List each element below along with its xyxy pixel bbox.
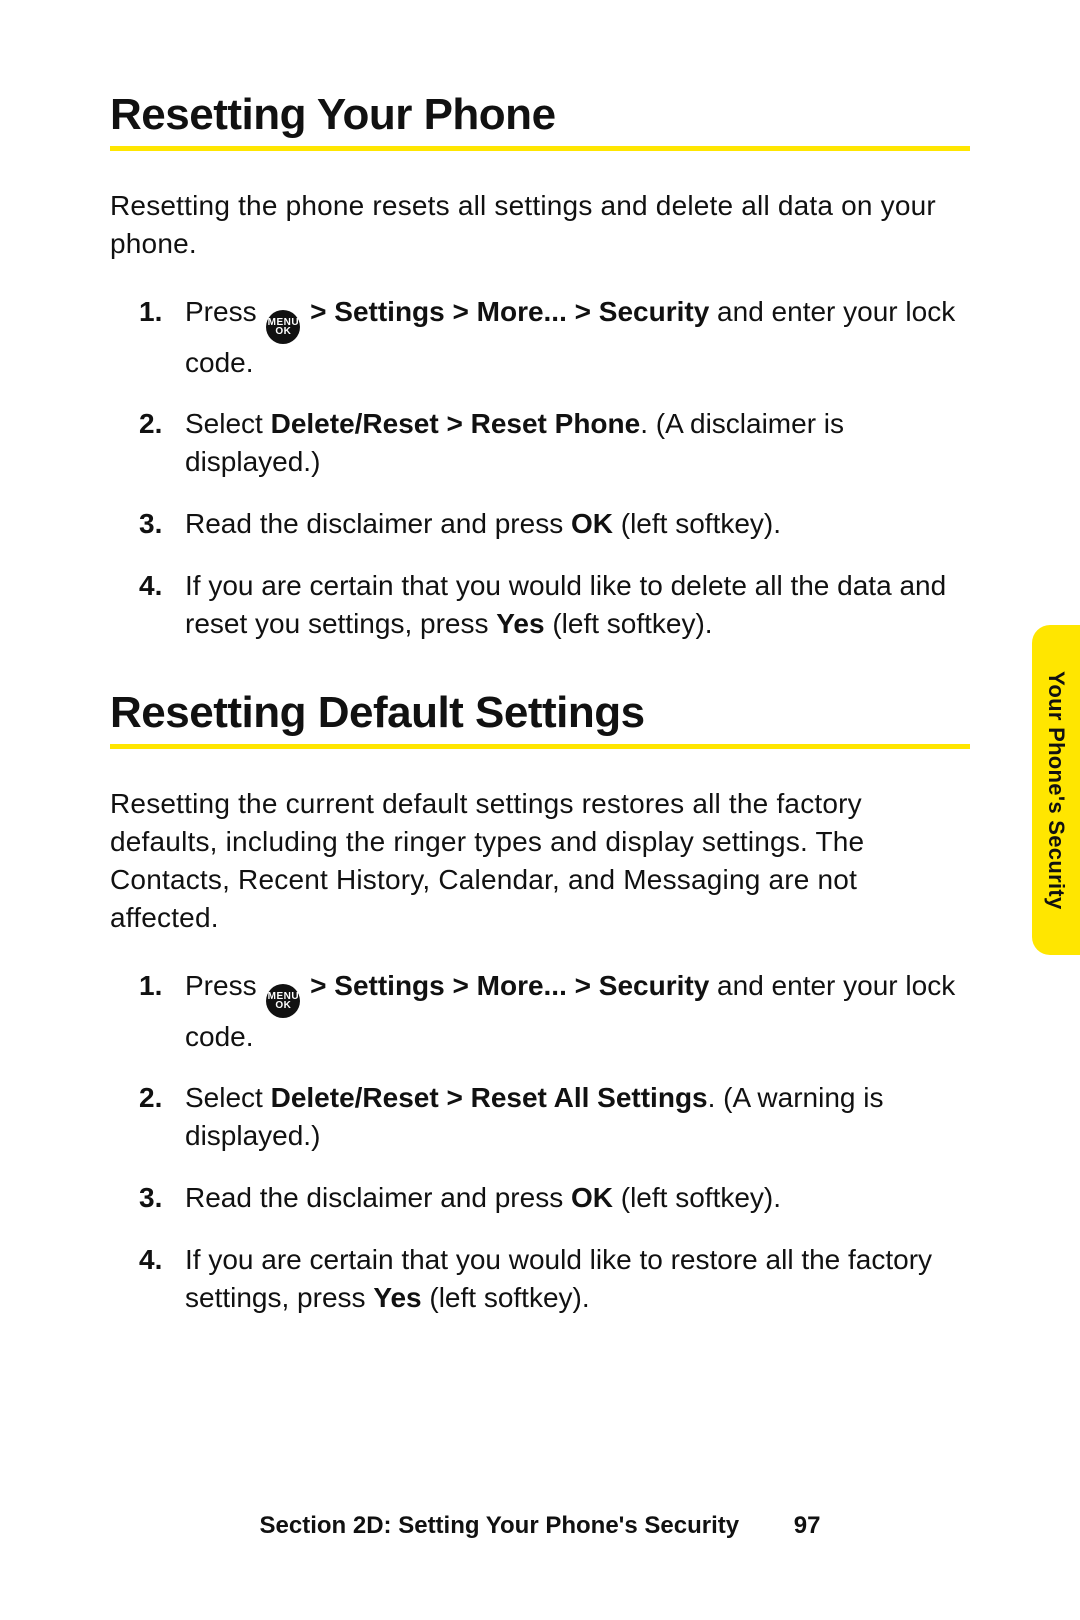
step-text: Press [185, 970, 264, 1001]
step-text: Press [185, 296, 264, 327]
steps-reset-phone: Press MENUOK > Settings > More... > Secu… [110, 293, 970, 643]
step-text: (left softkey). [422, 1282, 590, 1313]
step-bold: OK [571, 1182, 613, 1213]
step-text: (left softkey). [613, 1182, 781, 1213]
step-text: Select [185, 408, 271, 439]
step-item: Press MENUOK > Settings > More... > Secu… [185, 967, 970, 1056]
step-text: (left softkey). [545, 608, 713, 639]
step-text: Read the disclaimer and press [185, 1182, 571, 1213]
step-item: If you are certain that you would like t… [185, 567, 970, 643]
menu-ok-icon: MENUOK [266, 984, 300, 1018]
step-text: (left softkey). [613, 508, 781, 539]
section-tab-label: Your Phone's Security [1043, 671, 1069, 910]
step-item: Select Delete/Reset > Reset All Settings… [185, 1079, 970, 1155]
intro-reset-defaults: Resetting the current default settings r… [110, 785, 970, 936]
footer-section: Section 2D: Setting Your Phone's Securit… [260, 1512, 740, 1539]
step-bold: Delete/Reset > Reset All Settings [271, 1082, 708, 1113]
intro-reset-phone: Resetting the phone resets all settings … [110, 187, 970, 263]
step-item: Press MENUOK > Settings > More... > Secu… [185, 293, 970, 382]
step-item: If you are certain that you would like t… [185, 1241, 970, 1317]
manual-page: Resetting Your Phone Resetting the phone… [0, 0, 1080, 1620]
step-bold: > Settings > More... > Security [302, 296, 709, 327]
page-number: 97 [794, 1512, 821, 1539]
step-bold: Yes [373, 1282, 421, 1313]
footer: Section 2D: Setting Your Phone's Securit… [0, 1512, 1080, 1540]
step-item: Read the disclaimer and press OK (left s… [185, 505, 970, 543]
step-bold: Delete/Reset > Reset Phone [271, 408, 641, 439]
step-bold: Yes [496, 608, 544, 639]
step-item: Select Delete/Reset > Reset Phone. (A di… [185, 405, 970, 481]
section-tab: Your Phone's Security [1032, 625, 1080, 955]
menu-ok-icon: MENUOK [266, 310, 300, 344]
step-text: Read the disclaimer and press [185, 508, 571, 539]
step-bold: OK [571, 508, 613, 539]
heading-reset-phone: Resetting Your Phone [110, 90, 970, 151]
step-bold: > Settings > More... > Security [302, 970, 709, 1001]
step-text: Select [185, 1082, 271, 1113]
heading-reset-defaults: Resetting Default Settings [110, 688, 970, 749]
step-item: Read the disclaimer and press OK (left s… [185, 1179, 970, 1217]
steps-reset-defaults: Press MENUOK > Settings > More... > Secu… [110, 967, 970, 1317]
